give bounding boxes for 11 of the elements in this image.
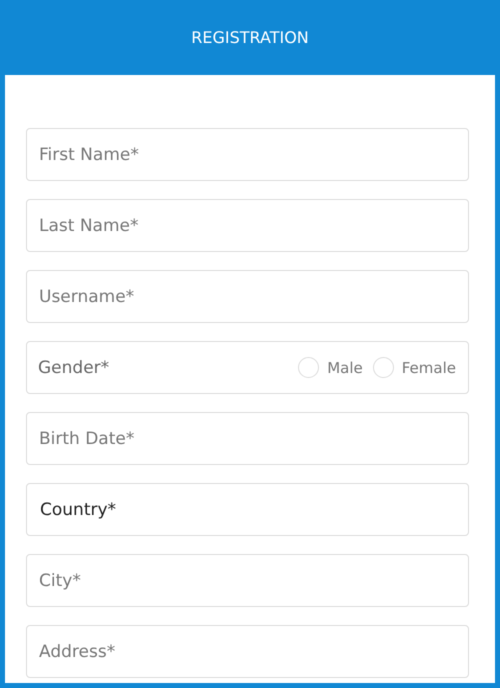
page-title: REGISTRATION [191, 28, 309, 47]
text-field[interactable]: Address* [26, 625, 469, 678]
text-field[interactable]: City* [26, 554, 469, 607]
radio-option[interactable]: Male [298, 357, 363, 378]
text-field[interactable]: First Name* [26, 128, 469, 181]
text-field[interactable]: Username* [26, 270, 469, 323]
radio-option[interactable]: Female [372, 357, 456, 378]
country-select[interactable]: Country* [26, 483, 469, 536]
text-field[interactable]: Birth Date* [26, 412, 469, 465]
text-field[interactable]: Last Name* [26, 199, 469, 252]
field-label: Gender* [38, 358, 110, 378]
